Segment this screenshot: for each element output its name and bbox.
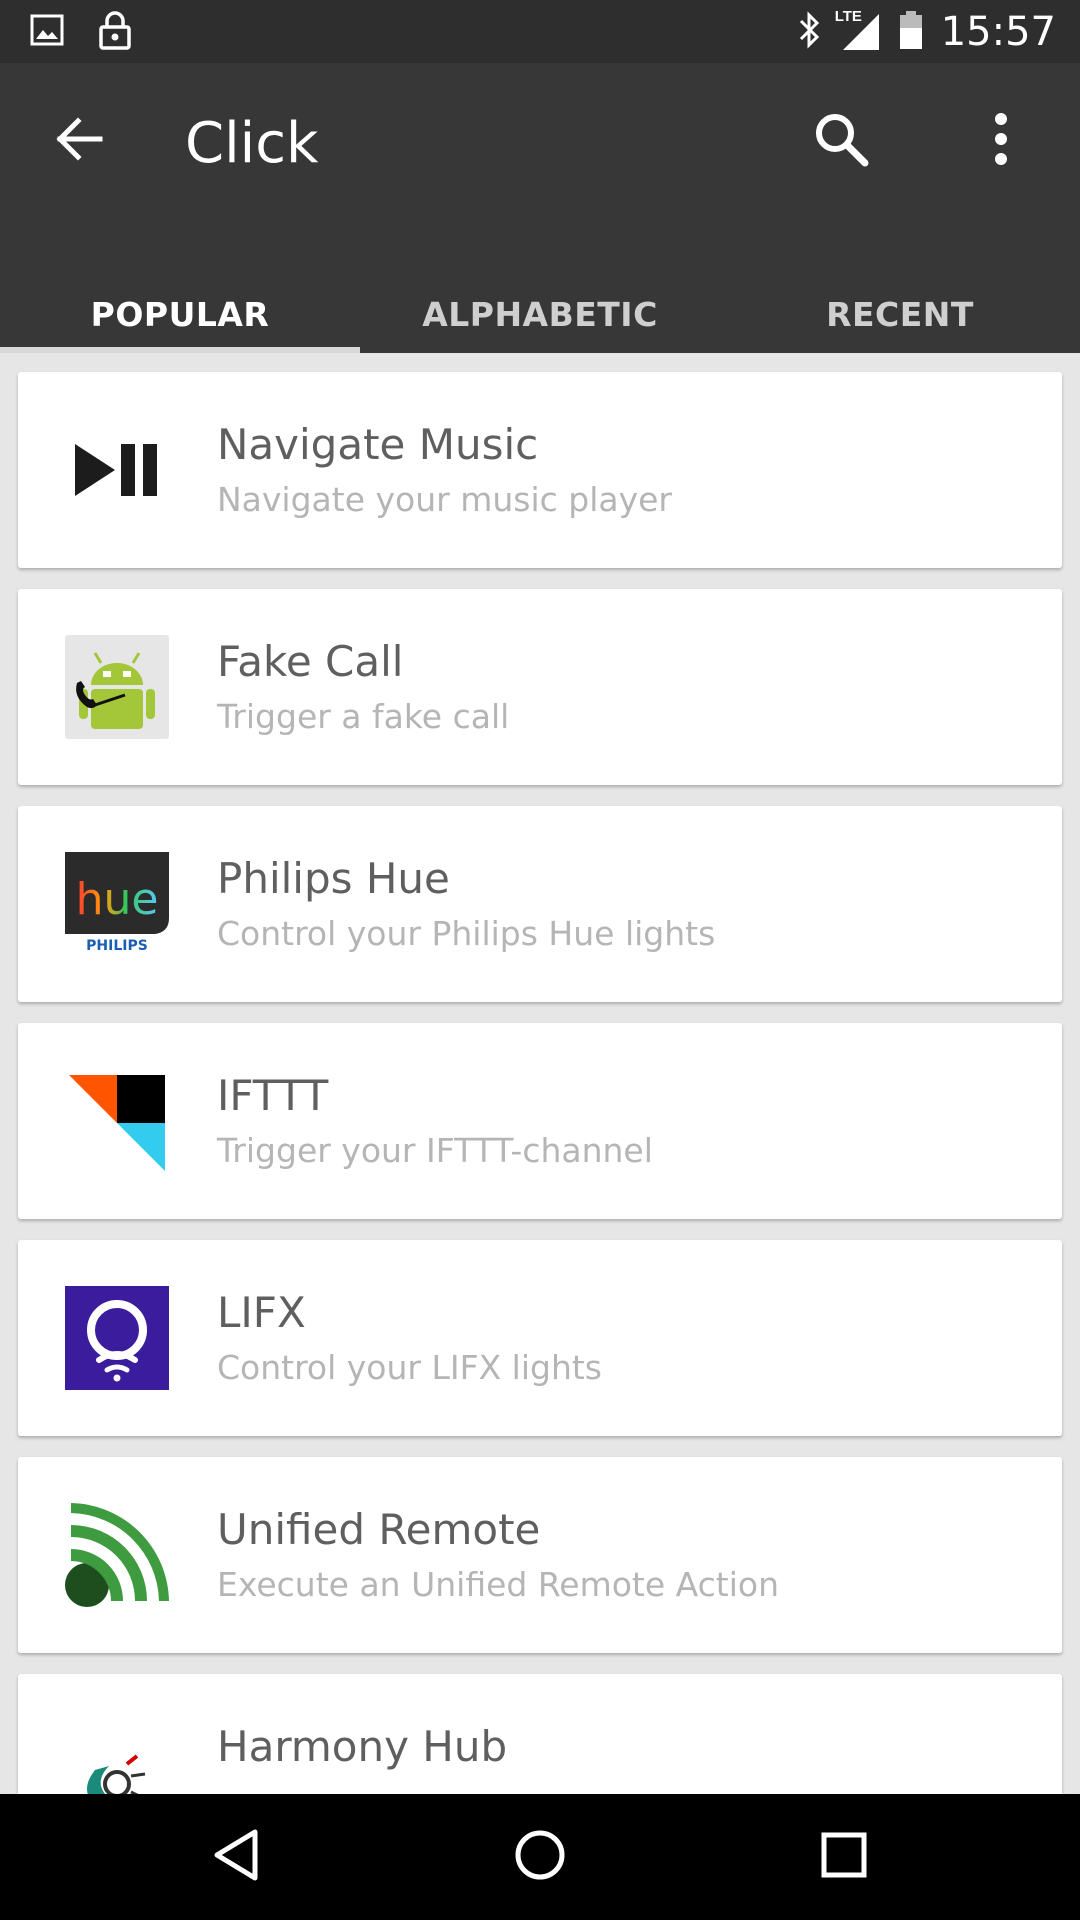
status-time: 15:57 (940, 9, 1056, 55)
item-subtitle: Trigger a fake call (217, 697, 510, 736)
ifttt-logo (65, 1069, 169, 1173)
tab-recent[interactable]: RECENT (720, 275, 1080, 353)
lock-icon (98, 10, 132, 54)
network-type-label: LTE (834, 8, 862, 25)
item-title: IFTTT (217, 1071, 329, 1120)
list-item-lifx[interactable]: LIFX Control your LIFX lights (18, 1240, 1062, 1436)
more-vert-icon (991, 111, 1011, 171)
item-title: Unified Remote (217, 1505, 541, 1554)
overflow-menu-button[interactable] (953, 93, 1049, 189)
android-call-icon (65, 635, 169, 739)
unified-remote-logo (65, 1503, 169, 1607)
battery-icon (899, 10, 923, 54)
tab-recent-label: RECENT (826, 294, 974, 334)
tab-alphabetic[interactable]: ALPHABETIC (360, 275, 720, 353)
nav-recents-button[interactable] (804, 1817, 884, 1897)
list-item-fake-call[interactable]: Fake Call Trigger a fake call (18, 589, 1062, 785)
item-subtitle: Control your Philips Hue lights (217, 914, 716, 953)
list-item-ifttt[interactable]: IFTTT Trigger your IFTTT-channel (18, 1023, 1062, 1219)
tab-bar: POPULAR ALPHABETIC RECENT (0, 275, 1080, 353)
search-button[interactable] (793, 93, 889, 189)
nav-home-icon (513, 1828, 567, 1886)
item-title: Fake Call (217, 637, 404, 686)
list-item-philips-hue[interactable]: hue PHILIPS Philips Hue Control your Phi… (18, 806, 1062, 1002)
nav-recents-icon (820, 1831, 868, 1883)
status-bar: LTE 15:57 (0, 0, 1080, 63)
action-list: Navigate Music Navigate your music playe… (18, 372, 1062, 1891)
status-indicators: LTE 15:57 (797, 6, 1056, 58)
arrow-back-icon (52, 113, 104, 169)
image-notification-icon (30, 13, 64, 51)
status-notifications (30, 10, 132, 54)
item-subtitle: Execute an Unified Remote Action (217, 1565, 780, 1604)
tab-popular-label: POPULAR (90, 294, 270, 334)
item-subtitle: Trigger your IFTTT-channel (217, 1131, 653, 1170)
nav-home-button[interactable] (500, 1817, 580, 1897)
system-nav-bar (0, 1794, 1080, 1920)
nav-back-icon (211, 1828, 261, 1886)
bluetooth-icon (797, 10, 823, 54)
tab-alphabetic-label: ALPHABETIC (422, 294, 658, 334)
philips-logo-text: PHILIPS (86, 938, 148, 954)
tab-popular[interactable]: POPULAR (0, 275, 360, 353)
nav-back-button[interactable] (196, 1817, 276, 1897)
back-button[interactable] (30, 93, 126, 189)
lifx-logo (65, 1286, 169, 1390)
item-subtitle: Control your LIFX lights (217, 1348, 602, 1387)
app-title: Click (185, 111, 319, 176)
app-bar: Click POPULAR ALPHABETIC RECENT (0, 63, 1080, 353)
list-item-unified-remote[interactable]: Unified Remote Execute an Unified Remote… (18, 1457, 1062, 1653)
item-title: Navigate Music (217, 420, 539, 469)
tab-indicator (0, 347, 360, 353)
item-subtitle: Navigate your music player (217, 480, 672, 519)
search-icon (811, 109, 871, 173)
philips-hue-logo: hue PHILIPS (65, 852, 169, 956)
hue-logo-text: hue (76, 874, 159, 925)
signal-icon: LTE (835, 8, 881, 52)
item-title: Harmony Hub (217, 1722, 508, 1771)
play-pause-icon (65, 418, 169, 522)
item-title: Philips Hue (217, 854, 450, 903)
list-item-navigate-music[interactable]: Navigate Music Navigate your music playe… (18, 372, 1062, 568)
item-title: LIFX (217, 1288, 306, 1337)
